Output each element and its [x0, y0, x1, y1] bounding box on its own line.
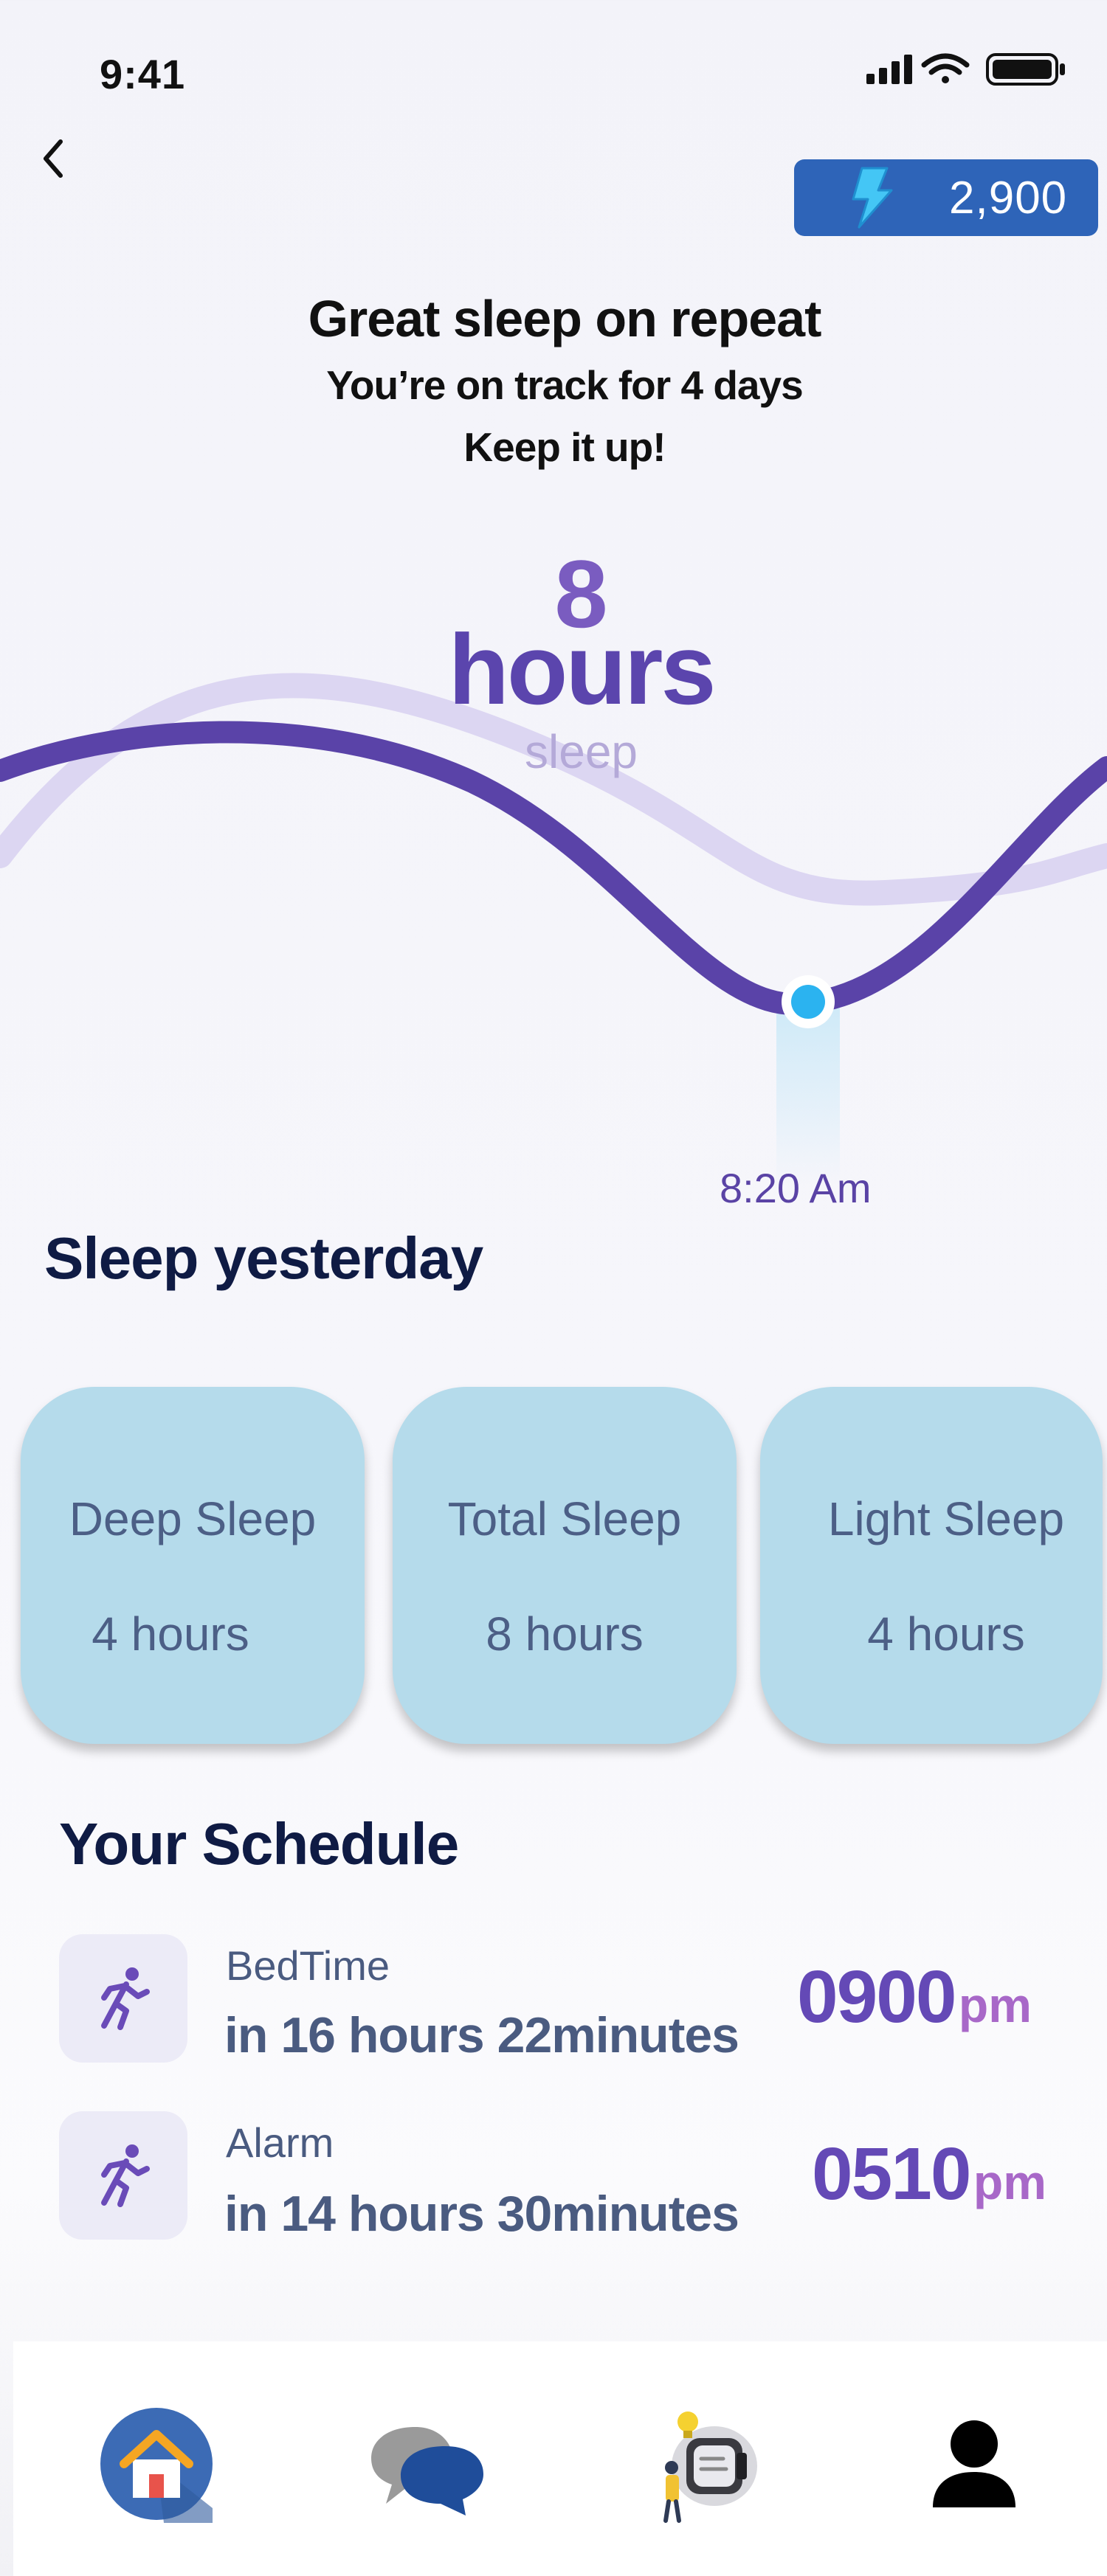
home-icon	[100, 2408, 213, 2523]
total-sleep-card[interactable]: Total Sleep 8 hours	[393, 1387, 737, 1744]
card-value: 4 hours	[867, 1607, 1025, 1661]
alarm-eta: in 14 hours 30minutes	[224, 2186, 739, 2242]
marker-time: 8:20 Am	[720, 1165, 872, 1211]
points-value: 2,900	[949, 172, 1068, 224]
status-time: 9:41	[100, 51, 186, 97]
bedtime-label: BedTime	[226, 1942, 390, 1989]
bedtime-icon-tile	[59, 1934, 187, 2063]
card-value: 4 hours	[92, 1607, 249, 1661]
nav-device[interactable]	[642, 2397, 775, 2530]
signal-icon	[866, 55, 912, 84]
alarm-label: Alarm	[226, 2119, 334, 2166]
card-label: Light Sleep	[827, 1492, 1065, 1545]
lightning-icon	[852, 167, 893, 229]
sleep-yesterday-heading: Sleep yesterday	[44, 1225, 483, 1291]
marker-bar	[776, 1007, 840, 1184]
alarm-time[interactable]: 0510 pm	[812, 2132, 1046, 2217]
profile-icon	[933, 2420, 1015, 2507]
wifi-icon	[921, 53, 970, 83]
running-icon	[101, 1967, 150, 2030]
nav-profile[interactable]	[908, 2397, 1041, 2530]
running-icon	[101, 2144, 150, 2207]
alarm-ampm: pm	[973, 2155, 1046, 2209]
nav-home[interactable]	[90, 2397, 223, 2530]
smartwatch-icon	[663, 2411, 757, 2523]
deep-sleep-card[interactable]: Deep Sleep 4 hours	[21, 1387, 365, 1744]
card-label: Total Sleep	[447, 1492, 682, 1545]
back-icon[interactable]	[30, 133, 81, 184]
points-badge[interactable]: 2,900	[794, 159, 1098, 236]
subtitle-line-2: Keep it up!	[463, 424, 666, 470]
card-value: 8 hours	[486, 1607, 644, 1661]
schedule-heading: Your Schedule	[59, 1811, 459, 1877]
bedtime-eta: in 16 hours 22minutes	[224, 2007, 739, 2063]
hours-unit: hours	[448, 614, 716, 725]
chat-icon	[371, 2427, 483, 2516]
subtitle-line-1: You’re on track for 4 days	[326, 362, 803, 408]
alarm-icon-tile	[59, 2111, 187, 2240]
bedtime-ampm: pm	[958, 1978, 1032, 2032]
card-label: Deep Sleep	[69, 1492, 317, 1545]
hours-sub: sleep	[525, 725, 638, 778]
page-title: Great sleep on repeat	[308, 290, 822, 347]
status-icons	[866, 53, 1065, 86]
bedtime-time-value: 0900	[797, 1956, 956, 2038]
bedtime-time[interactable]: 0900 pm	[797, 1955, 1032, 2040]
alarm-time-value: 0510	[812, 2133, 971, 2215]
nav-chat[interactable]	[360, 2397, 493, 2530]
light-sleep-card[interactable]: Light Sleep 4 hours	[760, 1387, 1103, 1744]
battery-icon	[986, 53, 1065, 86]
